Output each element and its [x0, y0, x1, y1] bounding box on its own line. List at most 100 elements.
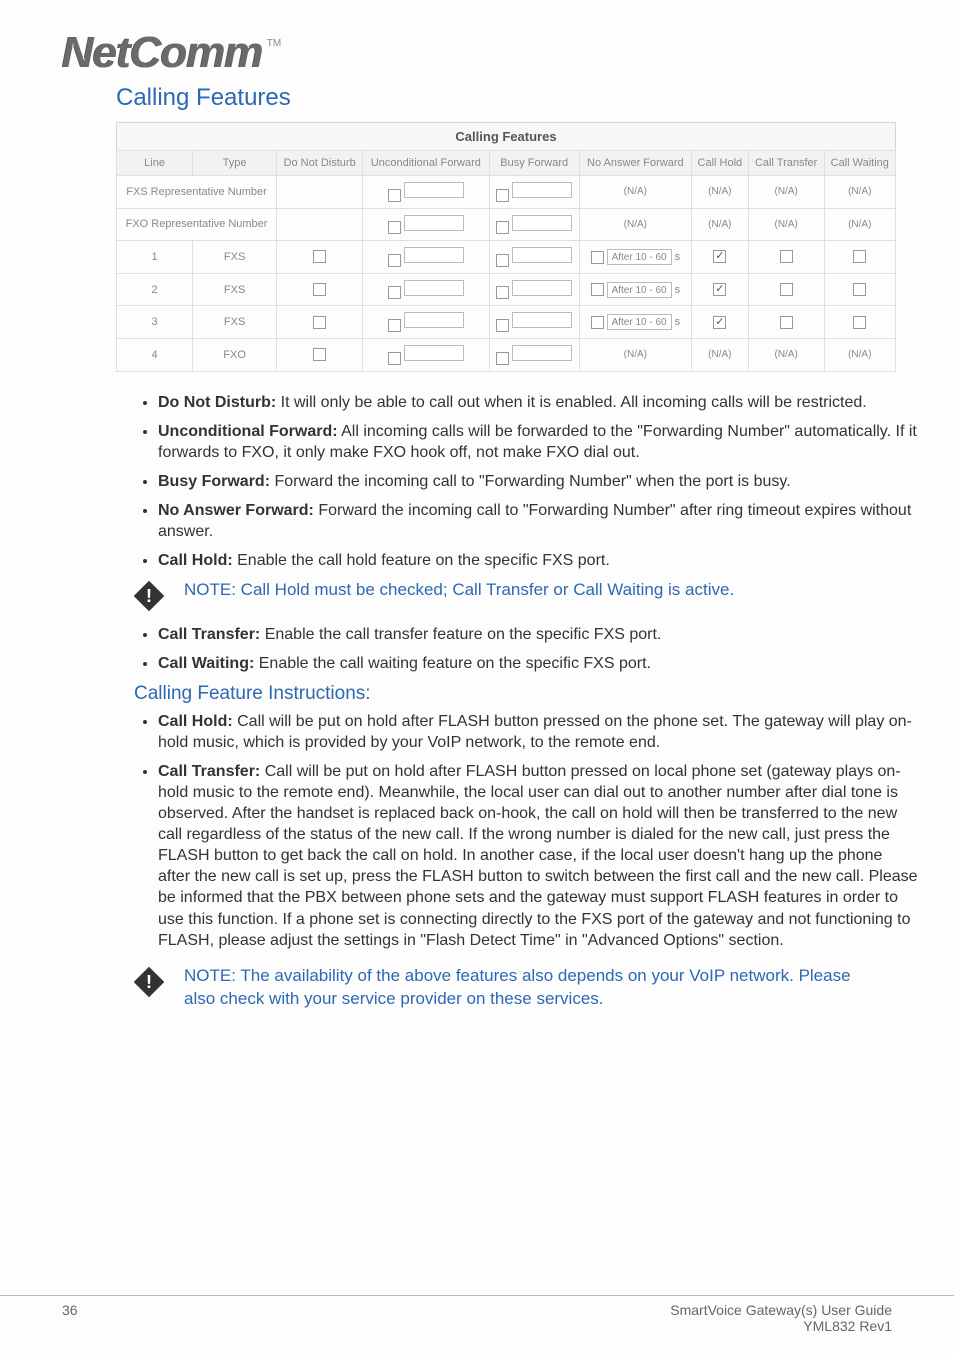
instructions-list: Call Hold: Call will be put on hold afte…: [158, 711, 918, 951]
cell[interactable]: [691, 306, 748, 339]
cell: 3: [117, 306, 193, 339]
desc: Forward the incoming call to "Forwarding…: [270, 473, 791, 490]
cell: FXS: [193, 241, 277, 274]
desc: Enable the call waiting feature on the s…: [254, 655, 651, 672]
cell: (N/A): [579, 208, 691, 241]
cell[interactable]: [824, 241, 895, 274]
cell: FXS: [193, 273, 277, 306]
page-footer: 36 SmartVoice Gateway(s) User Guide YML8…: [0, 1295, 954, 1334]
table-row: 2 FXS After 10 - 60 s: [117, 273, 896, 306]
table-row: FXO Representative Number (N/A) (N/A) (N…: [117, 208, 896, 241]
cell[interactable]: [489, 306, 579, 339]
cell[interactable]: [748, 306, 824, 339]
desc: Call will be put on hold after FLASH but…: [158, 763, 918, 949]
cell[interactable]: [824, 306, 895, 339]
term: Call Hold:: [158, 713, 233, 730]
guide-title: SmartVoice Gateway(s) User Guide: [670, 1302, 892, 1318]
table-caption: Calling Features: [116, 122, 896, 150]
cell: (N/A): [748, 338, 824, 371]
calling-features-table: Line Type Do Not Disturb Unconditional F…: [116, 150, 896, 372]
page-number: 36: [62, 1302, 78, 1334]
revision: YML832 Rev1: [670, 1318, 892, 1334]
cell: (N/A): [579, 338, 691, 371]
cell[interactable]: After 10 - 60 s: [579, 306, 691, 339]
svg-text:!: !: [146, 971, 152, 992]
cell[interactable]: [277, 306, 363, 339]
desc: Enable the call transfer feature on the …: [260, 626, 661, 643]
term: Call Waiting:: [158, 655, 254, 672]
table-row: 1 FXS After 10 - 60 s: [117, 241, 896, 274]
col-dnd: Do Not Disturb: [277, 151, 363, 176]
list-item: Unconditional Forward: All incoming call…: [158, 421, 918, 463]
cell: (N/A): [824, 176, 895, 209]
cell: (N/A): [824, 338, 895, 371]
cell[interactable]: [489, 338, 579, 371]
list-item: Call Transfer: Call will be put on hold …: [158, 761, 918, 951]
cell: FXO Representative Number: [117, 208, 277, 241]
cell[interactable]: [277, 241, 363, 274]
cell[interactable]: [489, 241, 579, 274]
note-1: ! NOTE: Call Hold must be checked; Call …: [132, 579, 892, 618]
cell[interactable]: [489, 176, 579, 209]
term: Call Transfer:: [158, 626, 260, 643]
cell[interactable]: [489, 208, 579, 241]
cell[interactable]: [748, 273, 824, 306]
feature-list-2: Call Transfer: Enable the call transfer …: [158, 624, 918, 674]
cell[interactable]: [363, 273, 489, 306]
section-title: Calling Features: [116, 84, 892, 112]
cell[interactable]: After 10 - 60 s: [579, 241, 691, 274]
exclamation-diamond-icon: !: [132, 965, 166, 1004]
cell[interactable]: [691, 241, 748, 274]
col-line: Line: [117, 151, 193, 176]
cell[interactable]: [363, 241, 489, 274]
list-item: No Answer Forward: Forward the incoming …: [158, 500, 918, 542]
col-xfer: Call Transfer: [748, 151, 824, 176]
list-item: Busy Forward: Forward the incoming call …: [158, 471, 918, 492]
list-item: Call Transfer: Enable the call transfer …: [158, 624, 918, 645]
table-header-row: Line Type Do Not Disturb Unconditional F…: [117, 151, 896, 176]
trademark: TM: [267, 38, 281, 49]
cell: (N/A): [691, 208, 748, 241]
desc: It will only be able to call out when it…: [276, 394, 867, 411]
instructions-heading: Calling Feature Instructions:: [134, 683, 892, 705]
cell[interactable]: After 10 - 60 s: [579, 273, 691, 306]
desc: Call will be put on hold after FLASH but…: [158, 713, 912, 751]
list-item: Call Waiting: Enable the call waiting fe…: [158, 653, 918, 674]
term: Unconditional Forward:: [158, 423, 338, 440]
cell: FXS: [193, 306, 277, 339]
list-item: Call Hold: Enable the call hold feature …: [158, 550, 918, 571]
desc: Enable the call hold feature on the spec…: [233, 552, 610, 569]
cell[interactable]: [363, 306, 489, 339]
term: Do Not Disturb:: [158, 394, 276, 411]
term: No Answer Forward:: [158, 502, 314, 519]
list-item: Do Not Disturb: It will only be able to …: [158, 392, 918, 413]
cell[interactable]: [277, 273, 363, 306]
cell[interactable]: [363, 176, 489, 209]
exclamation-diamond-icon: !: [132, 579, 166, 618]
cell[interactable]: [489, 273, 579, 306]
cell: (N/A): [691, 176, 748, 209]
term: Call Hold:: [158, 552, 233, 569]
cell: FXS Representative Number: [117, 176, 277, 209]
cell[interactable]: [691, 273, 748, 306]
table-row: FXS Representative Number (N/A) (N/A) (N…: [117, 176, 896, 209]
cell: 4: [117, 338, 193, 371]
note-text: NOTE: The availability of the above feat…: [184, 965, 884, 1011]
note-text: NOTE: Call Hold must be checked; Call Tr…: [184, 579, 734, 602]
cell: FXO: [193, 338, 277, 371]
term: Call Transfer:: [158, 763, 260, 780]
brand-logo: NetComm TM: [62, 28, 892, 78]
cell[interactable]: [824, 273, 895, 306]
feature-list-1: Do Not Disturb: It will only be able to …: [158, 392, 918, 572]
table-row: 4 FXO (N/A) (N/A) (N/A) (N/A): [117, 338, 896, 371]
col-noans: No Answer Forward: [579, 151, 691, 176]
svg-text:!: !: [146, 585, 152, 606]
cell: [277, 176, 363, 209]
col-hold: Call Hold: [691, 151, 748, 176]
col-wait: Call Waiting: [824, 151, 895, 176]
cell[interactable]: [277, 338, 363, 371]
cell[interactable]: [748, 241, 824, 274]
cell[interactable]: [363, 208, 489, 241]
cell: 2: [117, 273, 193, 306]
cell[interactable]: [363, 338, 489, 371]
